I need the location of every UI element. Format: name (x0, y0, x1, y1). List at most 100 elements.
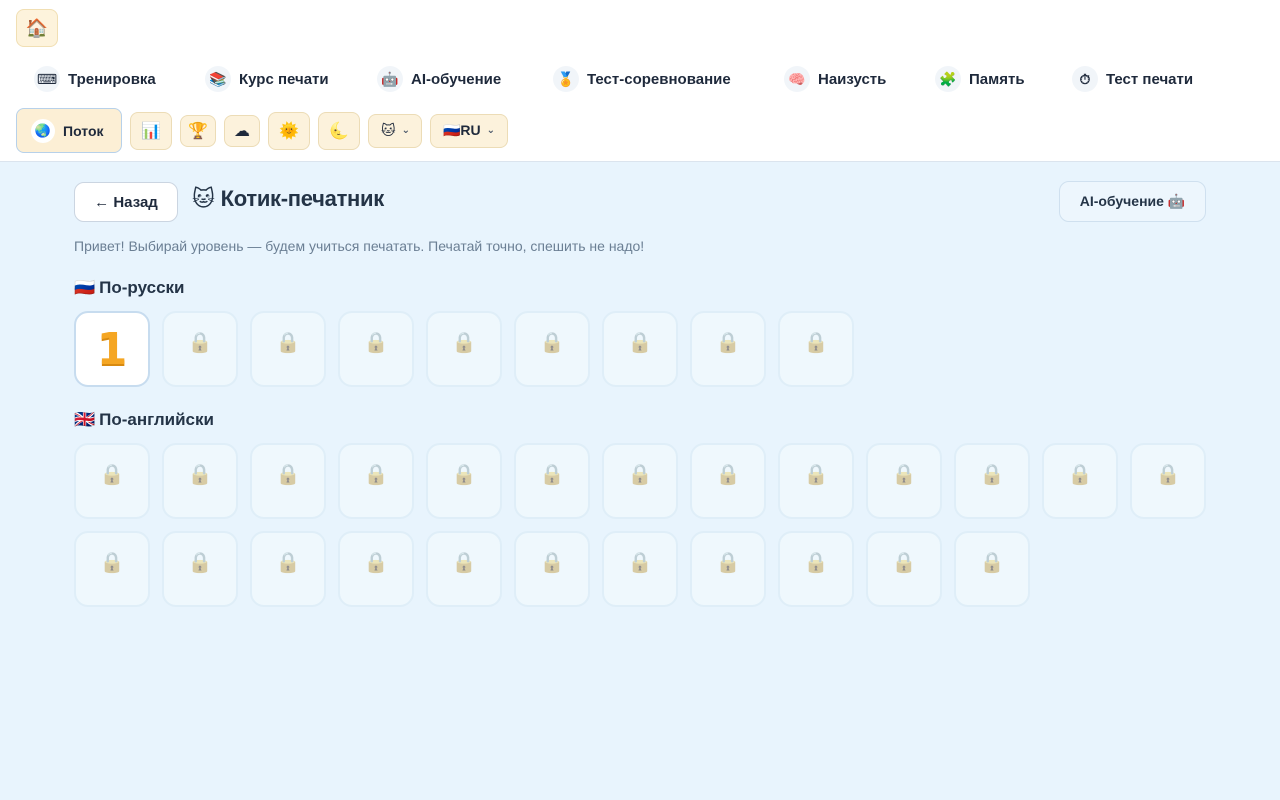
lock-icon: 🔒 (627, 552, 653, 574)
section-title-russian: 🇷🇺 По-русски (74, 278, 185, 298)
lock-icon: 🔒 (715, 332, 741, 354)
moon-icon: 🌜 (329, 122, 349, 140)
lock-icon: 🔒 (627, 332, 653, 354)
cat-face-icon: 🐱 (192, 186, 215, 211)
lock-icon: 🔒 (99, 552, 125, 574)
level-tile-locked: 🔒 (250, 531, 326, 607)
books-icon: 📚 (205, 66, 231, 92)
level-tile-locked: 🔒 (778, 443, 854, 519)
mascot-select[interactable]: 🐱 ⌄ (368, 113, 422, 148)
lock-icon: 🔒 (275, 464, 301, 486)
keyboard-icon: ⌨ (34, 66, 60, 92)
nav-item-test-competition[interactable]: 🏅 Тест-соревнование (545, 60, 776, 98)
level-tile-locked: 🔒 (338, 443, 414, 519)
level-tile-locked: 🔒 (338, 311, 414, 387)
top-bar: 🏠 ⌨ Тренировка 📚 Курс печати 🤖 AI-обучен… (0, 0, 1280, 162)
nav-label: Курс печати (239, 70, 329, 88)
back-label: ← Назад (94, 193, 158, 211)
lock-icon: 🔒 (451, 332, 477, 354)
level-tile-locked: 🔒 (602, 311, 678, 387)
level-tile-locked: 🔒 (602, 443, 678, 519)
nav-item-by-heart[interactable]: 🧠 Наизусть (776, 60, 927, 98)
level-tile-locked: 🔒 (162, 443, 238, 519)
level-tile-locked: 🔒 (866, 443, 942, 519)
level-tile-locked: 🔒 (954, 531, 1030, 607)
trophy-button[interactable]: 🏆 (180, 114, 216, 147)
level-tile-locked: 🔒 (778, 311, 854, 387)
nav-item-typing-course[interactable]: 📚 Курс печати (197, 60, 369, 98)
nav-item-typing-test[interactable]: ⏱ Тест печати (1064, 60, 1214, 98)
nav-item-training[interactable]: ⌨ Тренировка (26, 60, 197, 98)
lock-icon: 🔒 (1155, 464, 1181, 486)
level-number: 1 (96, 323, 128, 375)
lock-icon: 🔒 (715, 464, 741, 486)
lock-icon: 🔒 (539, 552, 565, 574)
level-tile-locked: 🔒 (514, 531, 590, 607)
cat-face-icon: 🐱 (381, 122, 396, 138)
lock-icon: 🔒 (803, 332, 829, 354)
nav-label: Наизусть (818, 70, 887, 88)
nav-item-memory[interactable]: 🧩 Память (927, 60, 1064, 98)
page-title: 🐱 Котик-печатник (192, 186, 384, 212)
level-grid-english: 🔒 🔒 🔒 🔒 🔒 🔒 🔒 🔒 🔒 🔒 🔒 🔒 🔒 🔒 🔒 🔒 🔒 🔒 🔒 🔒 🔒 🔒 🔒 🔒 (74, 443, 1214, 607)
sun-button[interactable]: 🌞 (268, 111, 310, 150)
level-tile-locked: 🔒 (426, 311, 502, 387)
lock-icon: 🔒 (1067, 464, 1093, 486)
lock-icon: 🔒 (979, 552, 1005, 574)
trophy-character-icon: 🏅 (553, 66, 579, 92)
level-tile-locked: 🔒 (690, 311, 766, 387)
lock-icon: 🔒 (275, 552, 301, 574)
lock-icon: 🔒 (187, 552, 213, 574)
level-tile-locked: 🔒 (250, 311, 326, 387)
level-tile-locked: 🔒 (1130, 443, 1206, 519)
robot-icon: 🤖 (377, 66, 403, 92)
nav-label: Тест-соревнование (587, 70, 731, 88)
lock-icon: 🔒 (803, 552, 829, 574)
flow-button[interactable]: 🌏 Поток (16, 108, 122, 153)
home-button[interactable]: 🏠 (16, 9, 58, 47)
cloud-icon: ☁ (234, 122, 250, 140)
stopwatch-icon: ⏱ (1072, 66, 1098, 92)
flow-label: Поток (63, 122, 104, 139)
level-tile-locked: 🔒 (954, 443, 1030, 519)
language-select[interactable]: 🇷🇺RU ⌄ (430, 113, 508, 148)
level-tile-unlocked[interactable]: 1 (74, 311, 150, 387)
lock-icon: 🔒 (363, 332, 389, 354)
level-grid-russian: 1 🔒 🔒 🔒 🔒 🔒 🔒 🔒 🔒 (74, 311, 1214, 387)
level-tile-locked: 🔒 (74, 443, 150, 519)
trophy-icon: 🏆 (188, 122, 208, 140)
level-tile-locked: 🔒 (514, 443, 590, 519)
ai-learning-button[interactable]: AI-обучение 🤖 (1059, 181, 1206, 222)
page-subtitle: Привет! Выбирай уровень — будем учиться … (74, 238, 645, 254)
back-button[interactable]: ← Назад (74, 182, 178, 222)
lock-icon: 🔒 (99, 464, 125, 486)
uk-flag-icon: 🇬🇧 (74, 410, 96, 429)
level-tile-locked: 🔒 (250, 443, 326, 519)
nav-item-ai-learning[interactable]: 🤖 AI-обучение (369, 60, 545, 98)
brain-icon: 🧠 (784, 66, 810, 92)
toolbar: 🌏 Поток 📊 🏆 ☁ 🌞 🌜 🐱 ⌄ 🇷🇺RU ⌄ (16, 108, 508, 153)
lock-icon: 🔒 (275, 332, 301, 354)
section-title-text: По-русски (99, 278, 185, 297)
lock-icon: 🔒 (363, 552, 389, 574)
sun-icon: 🌞 (279, 122, 299, 140)
level-tile-locked: 🔒 (866, 531, 942, 607)
lock-icon: 🔒 (803, 464, 829, 486)
cloud-button[interactable]: ☁ (224, 114, 260, 147)
section-title-text: По-английски (99, 410, 214, 429)
nav-label: Тест печати (1106, 70, 1194, 88)
lock-icon: 🔒 (891, 552, 917, 574)
lock-icon: 🔒 (187, 464, 213, 486)
moon-button[interactable]: 🌜 (318, 111, 360, 150)
house-icon: 🏠 (25, 17, 49, 38)
language-value: 🇷🇺RU (443, 122, 481, 138)
nav-label: Память (969, 70, 1025, 88)
level-tile-locked: 🔒 (1042, 443, 1118, 519)
level-tile-locked: 🔒 (426, 531, 502, 607)
russia-flag-icon: 🇷🇺 (74, 278, 96, 297)
level-tile-locked: 🔒 (162, 311, 238, 387)
nav-label: AI-обучение (411, 70, 502, 88)
lock-icon: 🔒 (715, 552, 741, 574)
stats-button[interactable]: 📊 (130, 111, 172, 150)
level-tile-locked: 🔒 (514, 311, 590, 387)
